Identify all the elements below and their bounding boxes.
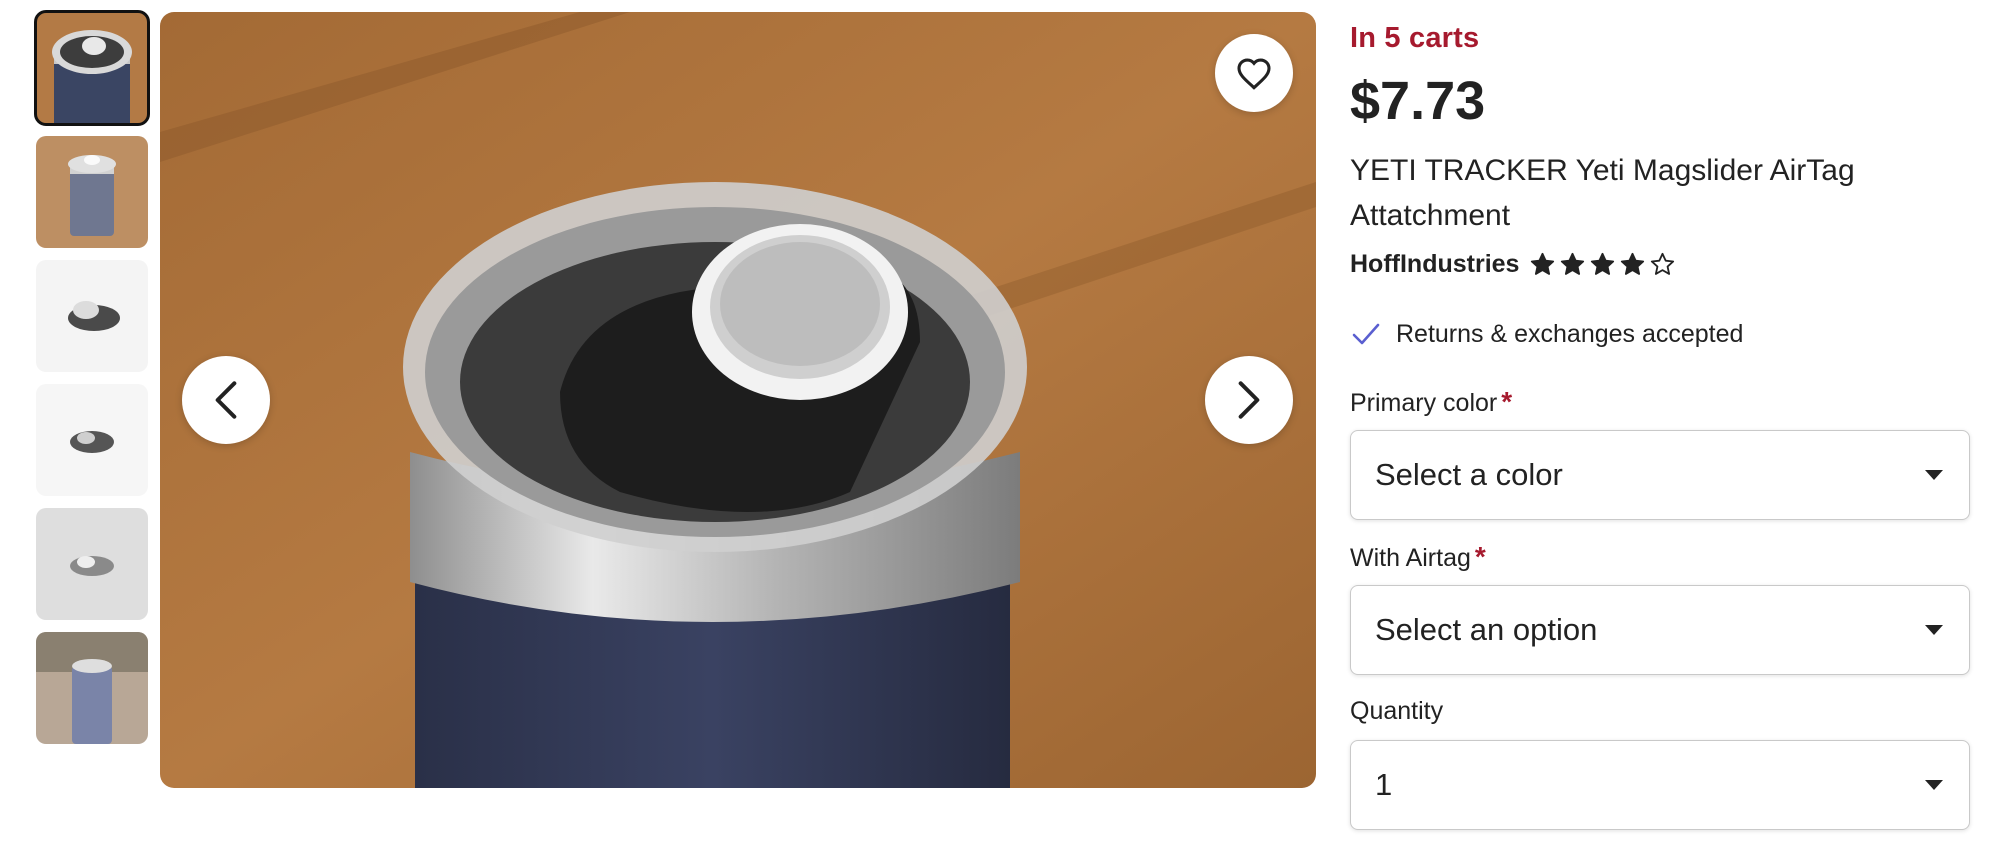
required-mark: * <box>1474 541 1486 572</box>
thumbnail-1[interactable] <box>34 10 150 126</box>
with-airtag-select[interactable]: Select an option <box>1350 585 1970 675</box>
chevron-right-icon <box>1238 381 1260 419</box>
thumbnail-list <box>34 10 150 744</box>
star-empty-icon <box>1649 251 1676 278</box>
returns-info: Returns & exchanges accepted <box>1350 318 1743 350</box>
thumbnail-4[interactable] <box>36 384 148 496</box>
slider-part-grey-thumbnail-image <box>36 508 148 620</box>
thumbnail-6[interactable] <box>36 632 148 744</box>
shop-name-link[interactable]: HoffIndustries <box>1350 250 1519 279</box>
quantity-select[interactable]: 1 <box>1350 740 1970 830</box>
previous-image-button[interactable] <box>182 356 270 444</box>
chevron-left-icon <box>215 381 237 419</box>
slider-part-thumbnail-image <box>36 260 148 372</box>
tumbler-lifestyle-thumbnail-image <box>36 632 148 744</box>
primary-color-label-text: Primary color <box>1350 389 1498 417</box>
quantity-select-value: 1 <box>1375 767 1393 802</box>
with-airtag-label: With Airtag * <box>1350 541 1486 573</box>
in-carts-badge: In 5 carts <box>1350 22 1480 54</box>
thumbnail-3[interactable] <box>36 260 148 372</box>
caret-down-icon <box>1923 778 1945 792</box>
tumbler-top-thumbnail-image <box>36 12 148 124</box>
product-photo <box>160 12 1316 788</box>
primary-color-label: Primary color * <box>1350 386 1512 418</box>
thumbnail-2[interactable] <box>36 136 148 248</box>
with-airtag-label-text: With Airtag <box>1350 544 1471 572</box>
checkmark-icon <box>1350 318 1382 350</box>
with-airtag-select-value: Select an option <box>1375 612 1598 647</box>
primary-color-select[interactable]: Select a color <box>1350 430 1970 520</box>
quantity-label: Quantity <box>1350 697 1443 726</box>
returns-text: Returns & exchanges accepted <box>1396 319 1744 348</box>
product-title: YETI TRACKER Yeti Magslider AirTag Attat… <box>1350 154 1855 232</box>
favorite-button[interactable] <box>1215 34 1293 112</box>
caret-down-icon <box>1923 468 1945 482</box>
thumbnail-5[interactable] <box>36 508 148 620</box>
star-filled-icon <box>1529 251 1556 278</box>
heart-icon <box>1237 58 1271 90</box>
rating-stars[interactable] <box>1529 251 1676 278</box>
slider-part-angle-thumbnail-image <box>36 384 148 496</box>
star-filled-icon <box>1619 251 1646 278</box>
quantity-label-text: Quantity <box>1350 697 1444 725</box>
star-filled-icon <box>1589 251 1616 278</box>
shop-rating-row: HoffIndustries <box>1350 250 1676 279</box>
caret-down-icon <box>1923 623 1945 637</box>
price: $7.73 <box>1350 71 1486 131</box>
star-filled-icon <box>1559 251 1586 278</box>
primary-color-select-value: Select a color <box>1375 457 1563 492</box>
required-mark: * <box>1501 386 1513 417</box>
tumbler-side-thumbnail-image <box>36 136 148 248</box>
next-image-button[interactable] <box>1205 356 1293 444</box>
main-product-image <box>160 12 1316 788</box>
